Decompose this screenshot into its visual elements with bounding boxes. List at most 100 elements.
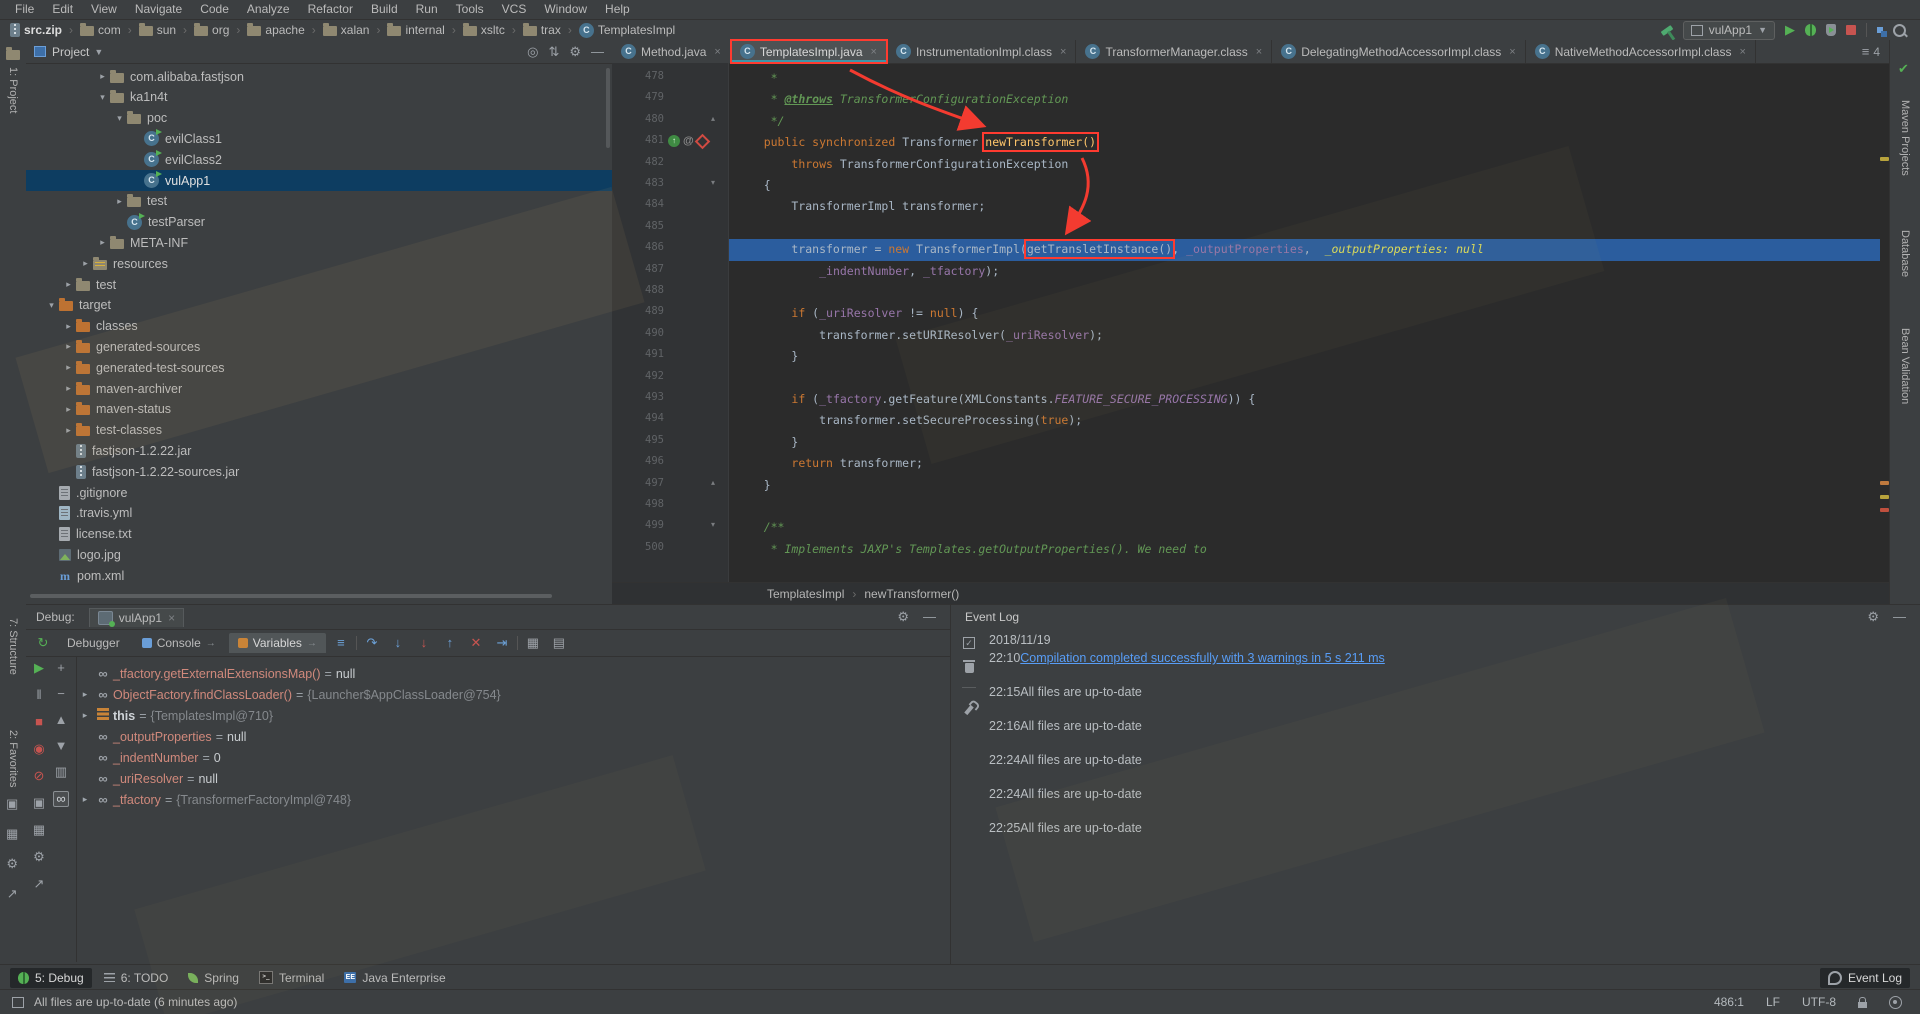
variable-row[interactable]: ▸∞ObjectFactory.findClassLoader()={Launc… — [77, 684, 946, 705]
debug-tab-variables[interactable]: Variables→ — [229, 633, 326, 653]
fold-marker-icon[interactable]: ▾ — [711, 520, 715, 529]
camera-icon[interactable]: ▣ — [6, 797, 18, 811]
stripe-mark[interactable] — [1880, 495, 1889, 499]
tree-item-com-alibaba-fastjson[interactable]: ▸com.alibaba.fastjson — [26, 66, 612, 87]
menu-window[interactable]: Window — [535, 0, 596, 19]
pin-icon[interactable]: ↗ — [34, 877, 45, 891]
stop-icon[interactable]: ■ — [35, 715, 43, 729]
toolwindow-button-6-todo[interactable]: 6: TODO — [96, 968, 177, 988]
tab-templatesimpl-java[interactable]: CTemplatesImpl.java× — [731, 40, 887, 63]
close-icon[interactable]: × — [714, 46, 720, 58]
settings-icon[interactable]: ⚙ — [33, 850, 45, 864]
hide-icon[interactable]: — — [1893, 610, 1906, 624]
gear-icon[interactable]: ⚙ — [1867, 610, 1879, 624]
line-number[interactable]: 492 — [612, 370, 664, 382]
chevron-closed-icon[interactable]: ▸ — [61, 341, 76, 352]
tree-item-evilclass1[interactable]: CevilClass1 — [26, 128, 612, 149]
chevron-closed-icon[interactable]: ▸ — [61, 383, 76, 394]
run-configuration-select[interactable]: vulApp1 ▼ — [1683, 21, 1775, 40]
debug-tab-debugger[interactable]: Debugger — [58, 633, 129, 653]
run-button[interactable]: ▶ — [1785, 23, 1795, 37]
variable-row[interactable]: ∞_outputProperties=null — [77, 726, 946, 747]
debug-button[interactable] — [1805, 24, 1816, 36]
chevron-closed-icon[interactable]: ▸ — [61, 362, 76, 373]
override-marker-icon[interactable]: ↑ — [668, 135, 680, 147]
tree-item-poc[interactable]: ▾poc — [26, 108, 612, 129]
breadcrumb-item[interactable]: internal — [385, 23, 446, 37]
breadcrumb-item[interactable]: org — [192, 23, 231, 37]
line-number[interactable]: 488 — [612, 284, 664, 296]
menu-analyze[interactable]: Analyze — [238, 0, 299, 19]
tree-item-test[interactable]: ▸test — [26, 274, 612, 295]
chevron-closed-icon[interactable]: ▸ — [61, 425, 76, 436]
project-structure-icon[interactable] — [1877, 27, 1883, 33]
chevron-closed-icon[interactable]: ▸ — [112, 196, 127, 207]
tree-item-pom-xml[interactable]: mpom.xml — [26, 565, 612, 586]
status-message[interactable]: All files are up-to-date (6 minutes ago) — [34, 995, 237, 1009]
menu-file[interactable]: File — [6, 0, 43, 19]
line-number[interactable]: 481 — [612, 134, 664, 146]
sidebar-item-database[interactable]: Database — [1892, 230, 1918, 277]
step-over-icon[interactable]: ↷ — [361, 636, 383, 650]
chevron-right-icon[interactable]: ▸ — [77, 710, 93, 721]
menu-view[interactable]: View — [82, 0, 126, 19]
evaluate-expression-icon[interactable]: ▦ — [522, 636, 544, 650]
line-number[interactable]: 496 — [612, 455, 664, 467]
trash-icon[interactable] — [965, 663, 974, 673]
rerun-icon[interactable]: ↻ — [32, 636, 54, 650]
vertical-scrollbar[interactable] — [606, 68, 610, 148]
tab-instrumentationimpl-class[interactable]: CInstrumentationImpl.class× — [887, 40, 1077, 63]
line-number[interactable]: 486 — [612, 241, 664, 253]
toolwindow-button-java-enterprise[interactable]: EEJava Enterprise — [336, 968, 453, 988]
tree-item-test[interactable]: ▸test — [26, 191, 612, 212]
close-icon[interactable]: × — [168, 611, 175, 625]
menu-code[interactable]: Code — [191, 0, 238, 19]
lock-icon[interactable] — [1858, 1002, 1867, 1008]
tree-item-ka1n4t[interactable]: ▾ka1n4t — [26, 87, 612, 108]
line-number[interactable]: 494 — [612, 412, 664, 424]
stop-button[interactable] — [1846, 25, 1856, 35]
locate-icon[interactable]: ◎ — [527, 45, 538, 59]
tree-item-maven-status[interactable]: ▸maven-status — [26, 399, 612, 420]
line-number[interactable]: 480 — [612, 113, 664, 125]
breadcrumb-item[interactable]: trax — [521, 23, 563, 37]
horizontal-scrollbar[interactable] — [30, 594, 552, 598]
close-icon[interactable]: × — [1509, 46, 1515, 58]
move-up-icon[interactable]: ▲ — [55, 713, 68, 727]
gear-icon[interactable]: ⚙ — [6, 857, 18, 871]
line-number[interactable]: 483 — [612, 177, 664, 189]
background-tasks-icon[interactable] — [12, 997, 24, 1008]
file-encoding[interactable]: UTF-8 — [1802, 995, 1836, 1009]
breadcrumb-item[interactable]: apache — [245, 23, 306, 37]
tree-item-generated-test-sources[interactable]: ▸generated-test-sources — [26, 357, 612, 378]
add-watch-icon[interactable]: + — [57, 661, 65, 675]
tab-method-java[interactable]: CMethod.java× — [612, 40, 731, 63]
threads-icon[interactable]: ≡ — [330, 636, 352, 650]
line-number[interactable]: 478 — [612, 70, 664, 82]
close-icon[interactable]: × — [1060, 46, 1066, 58]
breadcrumb-item[interactable]: sun — [137, 23, 178, 37]
chevron-closed-icon[interactable]: ▸ — [95, 237, 110, 248]
breadcrumb-item[interactable]: src.zip — [8, 23, 64, 37]
sidebar-item-favorites[interactable]: 2: Favorites — [0, 730, 26, 787]
method-breakpoint-icon[interactable] — [694, 133, 710, 149]
pin-icon[interactable]: ↗ — [6, 887, 18, 901]
drop-frame-icon[interactable]: ✕ — [465, 636, 487, 650]
run-to-cursor-icon[interactable]: ⇥ — [491, 636, 513, 650]
breadcrumb-item[interactable]: com — [78, 23, 123, 37]
variable-row[interactable]: ∞_uriResolver=null — [77, 768, 946, 789]
layout-icon[interactable]: ▤ — [548, 636, 570, 650]
close-icon[interactable]: × — [1739, 46, 1745, 58]
chevron-right-icon[interactable]: ▸ — [77, 794, 93, 805]
chevron-closed-icon[interactable]: ▸ — [61, 321, 76, 332]
menu-help[interactable]: Help — [596, 0, 639, 19]
layout-grid-icon[interactable]: ▦ — [33, 823, 45, 837]
breadcrumb-item[interactable]: xsltc — [461, 23, 507, 37]
toolwindow-button-event-log[interactable]: Event Log — [1820, 968, 1910, 988]
menu-build[interactable]: Build — [362, 0, 407, 19]
menu-vcs[interactable]: VCS — [493, 0, 536, 19]
fold-marker-icon[interactable]: ▴ — [711, 114, 715, 123]
run-with-coverage-button[interactable] — [1826, 24, 1836, 36]
tree-item-logo-jpg[interactable]: logo.jpg — [26, 544, 612, 565]
resume-icon[interactable]: ▶ — [34, 661, 44, 675]
